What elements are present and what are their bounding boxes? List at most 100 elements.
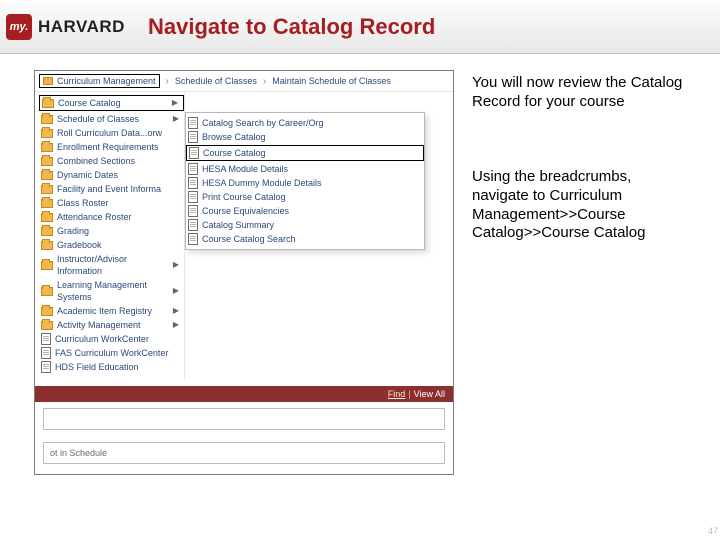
logo-text: HARVARD [38, 17, 125, 37]
folder-icon [42, 99, 54, 108]
nav-panes: Course Catalog ▶ Schedule of Classes ▶ Roll … [35, 92, 453, 380]
nav-left-item[interactable]: FAS Curriculum WorkCenter [39, 346, 184, 360]
nav-left-item[interactable]: Roll Curriculum Data...orw [39, 126, 184, 140]
nav-left-item[interactable]: Combined Sections [39, 154, 184, 168]
instruction-paragraph-2: Using the breadcrumbs, navigate to Curri… [472, 168, 692, 243]
folder-icon [41, 227, 53, 236]
nav-left-item[interactable]: Class Roster [39, 196, 184, 210]
chevron-right-icon: ▶ [172, 97, 181, 109]
nav-left-item[interactable]: Course Catalog ▶ [39, 95, 184, 111]
document-icon [188, 219, 198, 231]
logo-my-text: my. [10, 21, 29, 33]
chevron-right-icon: ▶ [173, 113, 182, 125]
nav-left-item[interactable]: Gradebook [39, 238, 184, 252]
breadcrumb: Curriculum Management › Schedule of Clas… [35, 71, 453, 92]
breadcrumb-label: Maintain Schedule of Classes [272, 76, 391, 86]
document-icon [188, 205, 198, 217]
tile-not-in-schedule: ot in Schedule [43, 442, 445, 464]
nav-left-item[interactable]: Academic Item Registry▶ [39, 304, 184, 318]
chevron-right-icon: ▶ [173, 259, 182, 271]
nav-left-item[interactable]: Schedule of Classes ▶ [39, 112, 184, 126]
nav-left-item[interactable]: Instructor/Advisor Information▶ [39, 252, 184, 278]
nav-left-item[interactable]: Attendance Roster [39, 210, 184, 224]
grid-toolbar: Find | View All [35, 386, 453, 402]
nav-item-label: Learning Management Systems [57, 279, 169, 303]
nav-flyout-pane: Catalog Search by Career/OrgBrowse Catal… [185, 112, 425, 250]
nav-flyout-item[interactable]: Browse Catalog [186, 130, 424, 144]
nav-item-label: Activity Management [57, 319, 141, 331]
slide-body: Curriculum Management › Schedule of Clas… [0, 62, 720, 540]
chevron-right-icon: ▶ [173, 319, 182, 331]
breadcrumb-schedule-of-classes[interactable]: Schedule of Classes [175, 76, 257, 86]
breadcrumb-maintain-schedule[interactable]: Maintain Schedule of Classes [272, 76, 391, 86]
chevron-right-icon: › [166, 76, 169, 87]
nav-item-label: FAS Curriculum WorkCenter [55, 347, 168, 359]
nav-item-label: Schedule of Classes [57, 113, 139, 125]
breadcrumb-label: Schedule of Classes [175, 76, 257, 86]
nav-flyout-item[interactable]: Print Course Catalog [186, 190, 424, 204]
nav-left-pane: Course Catalog ▶ Schedule of Classes ▶ Roll … [35, 92, 185, 380]
folder-icon [41, 307, 53, 316]
content-below: Find | View All ot in Schedule [35, 386, 453, 474]
document-icon [41, 361, 51, 373]
nav-item-label: Attendance Roster [57, 211, 132, 223]
nav-item-label: Print Course Catalog [202, 191, 286, 203]
document-icon [189, 147, 199, 159]
nav-item-label: HESA Module Details [202, 163, 288, 175]
nav-left-item[interactable]: Enrollment Requirements [39, 140, 184, 154]
nav-flyout-item[interactable]: Course Equivalencies [186, 204, 424, 218]
view-all-link[interactable]: View All [414, 389, 445, 399]
folder-icon [41, 241, 53, 250]
chevron-right-icon: ▶ [173, 285, 182, 297]
nav-left-item[interactable]: Facility and Event Informa [39, 182, 184, 196]
nav-left-item[interactable]: Learning Management Systems ▶ [39, 278, 184, 304]
folder-icon [43, 77, 53, 85]
folder-icon [41, 261, 53, 270]
nav-item-label: Roll Curriculum Data...orw [57, 127, 162, 139]
document-icon [41, 347, 51, 359]
folder-icon [41, 185, 53, 194]
breadcrumb-label: Curriculum Management [57, 76, 156, 86]
nav-item-label: Facility and Event Informa [57, 183, 161, 195]
document-icon [188, 163, 198, 175]
document-icon [188, 177, 198, 189]
logo: my. HARVARD [0, 14, 140, 40]
nav-flyout-item[interactable]: Course Catalog Search [186, 232, 424, 246]
tile-label: ot in Schedule [50, 448, 107, 458]
nav-item-label: HDS Field Education [55, 361, 139, 373]
logo-badge-icon: my. [6, 14, 32, 40]
document-icon [41, 333, 51, 345]
page-number: 47 [708, 526, 718, 536]
nav-flyout-item[interactable]: Course Catalog [186, 145, 424, 161]
folder-icon [41, 199, 53, 208]
nav-left-item[interactable]: Dynamic Dates [39, 168, 184, 182]
nav-left-item[interactable]: Activity Management ▶ [39, 318, 184, 332]
nav-item-label: Catalog Summary [202, 219, 274, 231]
document-icon [188, 131, 198, 143]
nav-flyout-item[interactable]: Catalog Summary [186, 218, 424, 232]
breadcrumb-curriculum-management[interactable]: Curriculum Management [39, 74, 160, 88]
nav-item-label: Course Equivalencies [202, 205, 289, 217]
nav-item-label: Course Catalog [58, 97, 121, 109]
nav-flyout-item[interactable]: HESA Module Details [186, 162, 424, 176]
folder-icon [41, 171, 53, 180]
nav-item-label: Course Catalog Search [202, 233, 296, 245]
nav-flyout-item[interactable]: Catalog Search by Career/Org [186, 116, 424, 130]
nav-flyout-item[interactable]: HESA Dummy Module Details [186, 176, 424, 190]
chevron-right-icon: ▶ [173, 305, 182, 317]
folder-icon [41, 157, 53, 166]
nav-left-item[interactable]: HDS Field Education [39, 360, 184, 374]
bottom-tiles: ot in Schedule [35, 402, 453, 474]
find-link[interactable]: Find [388, 389, 406, 399]
nav-left-item[interactable]: Grading [39, 224, 184, 238]
nav-item-label: Enrollment Requirements [57, 141, 159, 153]
nav-left-item[interactable]: Curriculum WorkCenter [39, 332, 184, 346]
nav-item-label: Combined Sections [57, 155, 135, 167]
screenshot-panel: Curriculum Management › Schedule of Clas… [34, 70, 454, 475]
nav-item-label: Catalog Search by Career/Org [202, 117, 324, 129]
folder-icon [41, 143, 53, 152]
document-icon [188, 191, 198, 203]
nav-item-label: Course Catalog [203, 147, 266, 159]
folder-icon [41, 213, 53, 222]
instruction-paragraph-1: You will now review the Catalog Record f… [472, 74, 692, 112]
